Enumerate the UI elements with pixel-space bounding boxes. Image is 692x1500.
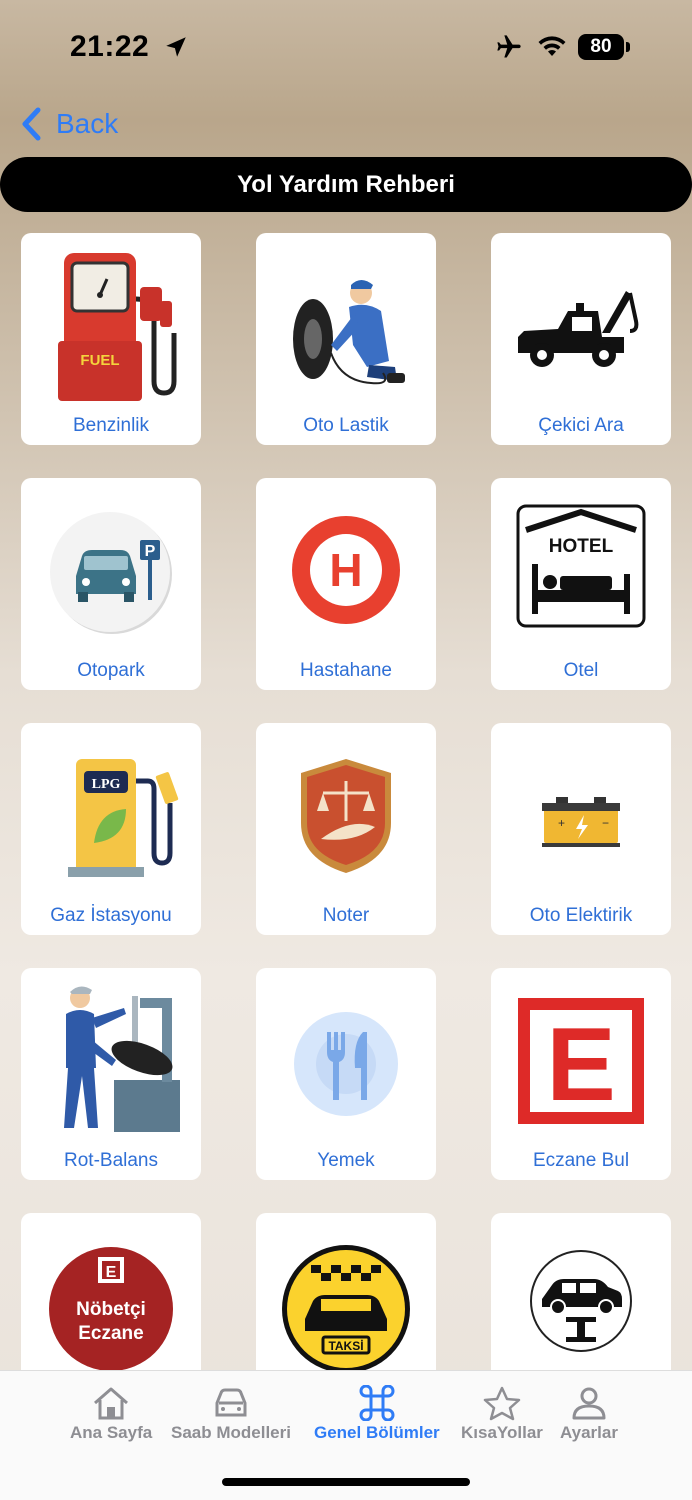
card-label: Oto Elektirik (529, 905, 633, 926)
back-button[interactable]: Back (20, 104, 118, 144)
card-rot-balans[interactable]: Rot-Balans (21, 968, 201, 1180)
location-arrow-icon (166, 37, 186, 57)
wheel-balancing-icon (64, 986, 180, 1132)
card-label: Hastahane (300, 660, 392, 681)
hotel-icon: HOTEL (516, 504, 646, 628)
tab-label: KısaYollar (461, 1423, 543, 1442)
card-nobetci-eczane[interactable]: E Nöbetçi Eczane (21, 1213, 201, 1370)
card-gaz-istasyonu[interactable]: LPG Gaz İstasyonu (21, 723, 201, 935)
card-yemek[interactable]: Yemek (256, 968, 436, 1180)
card-label: Gaz İstasyonu (50, 905, 172, 926)
card-label: Benzinlik (72, 415, 150, 436)
card-eczane-bul[interactable]: E Eczane Bul (491, 968, 671, 1180)
status-time: 21:22 (70, 30, 150, 63)
card-benzinlik[interactable]: FUEL Benzinlik (21, 233, 201, 445)
tab-ayarlar[interactable]: Ayarlar (560, 1385, 618, 1443)
home-icon (94, 1387, 129, 1420)
svg-text:E: E (546, 1007, 615, 1123)
tow-truck-icon (518, 291, 639, 367)
svg-text:LPG: LPG (92, 777, 121, 792)
fuel-pump-icon: FUEL (58, 253, 177, 401)
svg-text:P: P (145, 543, 156, 560)
parking-icon: P (50, 512, 172, 634)
svg-text:E: E (106, 1264, 117, 1281)
battery-icon: 80 (578, 34, 630, 60)
svg-text:+: + (558, 816, 565, 830)
card-hastahane[interactable]: H Hastahane (256, 478, 436, 690)
card-label: Yemek (317, 1150, 375, 1171)
svg-text:H: H (329, 544, 362, 596)
card-noter[interactable]: Noter (256, 723, 436, 935)
tab-label: Genel Bölümler (314, 1423, 440, 1442)
wifi-icon (538, 36, 566, 56)
tab-label: Ana Sayfa (70, 1423, 153, 1442)
status-bar: 21:22 80 (0, 0, 692, 95)
svg-text:TAKSİ: TAKSİ (328, 1338, 363, 1353)
page-title: Yol Yardım Rehberi (0, 157, 692, 212)
airplane-mode-icon (497, 35, 521, 58)
svg-text:Nöbetçi: Nöbetçi (76, 1299, 146, 1320)
card-label: Oto Lastik (303, 415, 389, 436)
car-lift-icon (530, 1250, 632, 1352)
card-oto-elektirik[interactable]: + − Oto Elektirik (491, 723, 671, 935)
tab-label: Saab Modelleri (171, 1423, 291, 1442)
car-icon (215, 1388, 247, 1417)
restaurant-icon (294, 1012, 398, 1116)
tire-mechanic-icon (293, 280, 405, 385)
card-label: Otel (563, 660, 599, 681)
tab-kisayollar[interactable]: KısaYollar (461, 1385, 543, 1443)
home-indicator (222, 1478, 470, 1486)
card-otel[interactable]: HOTEL Otel (491, 478, 671, 690)
star-icon (483, 1386, 521, 1421)
service-grid: FUEL Benzinlik Oto Lastik Çekici Ara P O… (21, 233, 671, 1370)
svg-text:FUEL: FUEL (80, 352, 119, 369)
tab-ana-sayfa[interactable]: Ana Sayfa (70, 1385, 152, 1443)
notary-icon (301, 759, 391, 873)
on-duty-pharmacy-icon: E Nöbetçi Eczane (49, 1247, 173, 1370)
hospital-icon: H (292, 516, 400, 624)
card-cekici-ara[interactable]: Çekici Ara (491, 233, 671, 445)
car-battery-icon: + − (542, 797, 620, 847)
command-icon (359, 1385, 395, 1421)
card-label: Otopark (77, 660, 145, 681)
card-label: Eczane Bul (532, 1150, 630, 1171)
card-taksi[interactable]: TAKSİ (256, 1213, 436, 1370)
card-car-lift[interactable] (491, 1213, 671, 1370)
tab-label: Ayarlar (560, 1423, 618, 1442)
back-label: Back (56, 108, 119, 139)
lpg-station-icon: LPG (68, 759, 179, 877)
card-otopark[interactable]: P Otopark (21, 478, 201, 690)
card-label: Rot-Balans (64, 1150, 158, 1171)
person-icon (572, 1387, 606, 1420)
card-label: Çekici Ara (538, 415, 624, 436)
card-label: Noter (322, 905, 370, 926)
battery-level: 80 (590, 36, 612, 57)
tab-genel-bolumler[interactable]: Genel Bölümler (314, 1385, 440, 1443)
card-oto-lastik[interactable]: Oto Lastik (256, 233, 436, 445)
taxi-icon: TAKSİ (282, 1245, 410, 1370)
svg-text:HOTEL: HOTEL (549, 536, 614, 557)
svg-text:Eczane: Eczane (78, 1323, 143, 1344)
svg-text:−: − (602, 816, 609, 830)
chevron-left-icon (22, 107, 41, 141)
pharmacy-icon: E (518, 998, 644, 1124)
tab-saab-modelleri[interactable]: Saab Modelleri (171, 1385, 291, 1443)
